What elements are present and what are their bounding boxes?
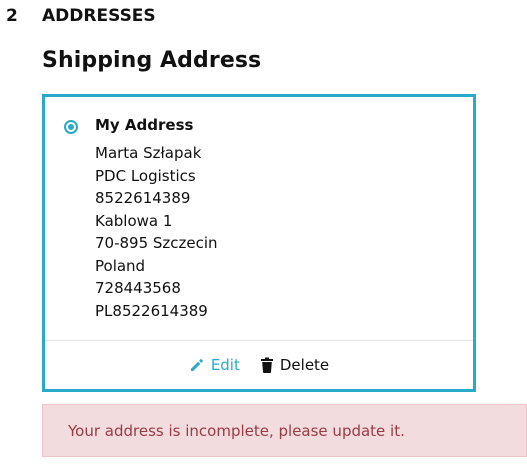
address-line-postcode-city: 70-895 Szczecin <box>95 234 218 252</box>
section-title: Shipping Address <box>42 48 262 73</box>
pencil-icon <box>189 357 205 373</box>
alert-message: Your address is incomplete, please updat… <box>68 421 405 440</box>
trash-icon <box>260 357 274 373</box>
step-title: ADDRESSES <box>42 6 156 26</box>
delete-label: Delete <box>279 356 330 374</box>
address-card-body: My Address Marta Szłapak PDC Logistics 8… <box>45 97 473 341</box>
edit-label: Edit <box>210 356 240 374</box>
address-card-actions: Edit Delete <box>45 341 473 389</box>
step-number: 2 <box>6 6 18 26</box>
address-lines: Marta Szłapak PDC Logistics 8522614389 K… <box>95 142 218 322</box>
address-line-tax-id: 8522614389 <box>95 189 191 207</box>
address-name: My Address <box>95 116 194 134</box>
address-line-company: PDC Logistics <box>95 166 196 185</box>
address-card[interactable]: My Address Marta Szłapak PDC Logistics 8… <box>42 94 476 392</box>
edit-address-button[interactable]: Edit <box>189 356 240 374</box>
address-line-phone: 728443568 <box>95 279 181 297</box>
step-header: 2 ADDRESSES <box>6 4 156 28</box>
delete-address-button[interactable]: Delete <box>260 356 329 374</box>
address-line-vat-number: PL8522614389 <box>95 301 208 320</box>
address-radio[interactable] <box>64 120 78 134</box>
address-line-recipient: Marta Szłapak <box>95 144 202 162</box>
incomplete-address-alert: Your address is incomplete, please updat… <box>42 404 527 457</box>
checkout-addresses-step: 2 ADDRESSES Shipping Address My Address … <box>0 0 527 476</box>
address-line-street: Kablowa 1 <box>95 211 173 230</box>
address-line-country: Poland <box>95 256 146 275</box>
